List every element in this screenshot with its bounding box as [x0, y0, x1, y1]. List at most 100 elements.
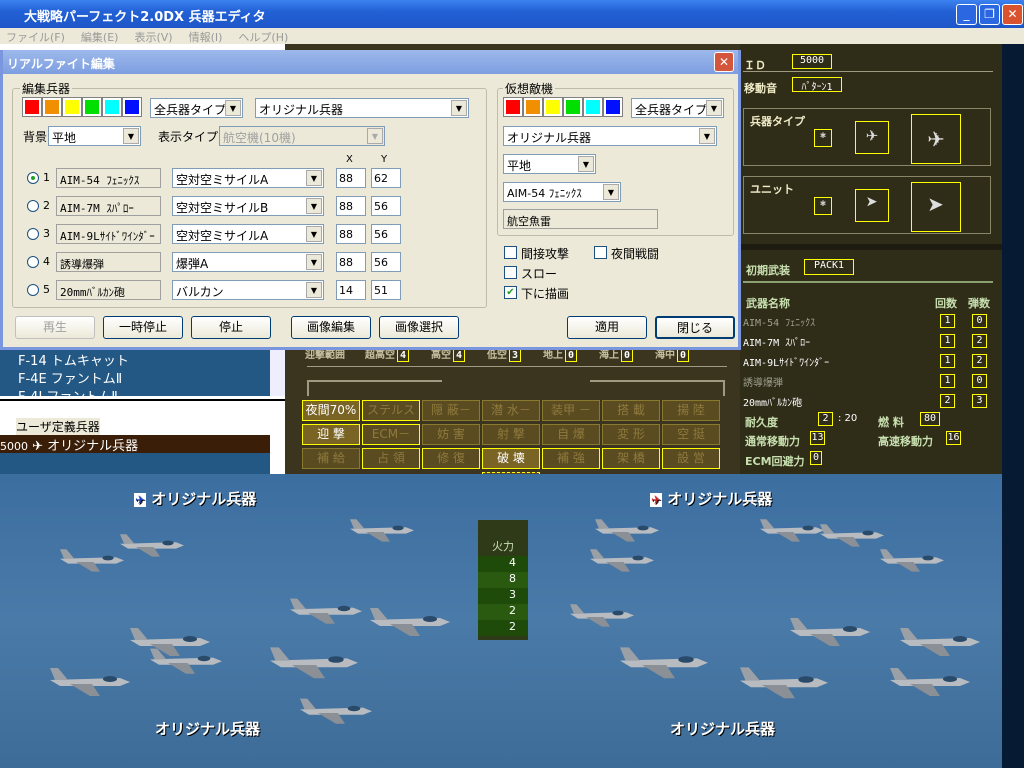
- row-radio[interactable]: [27, 256, 39, 268]
- stop-button[interactable]: 停止: [191, 316, 271, 339]
- maximize-button[interactable]: ❐: [979, 4, 1000, 25]
- weapon-ammo[interactable]: 0: [972, 314, 987, 328]
- ability-cell[interactable]: 隠 蔽－: [422, 400, 480, 421]
- row-animation-select[interactable]: 空対空ミサイルA ▼: [172, 168, 324, 188]
- arm-value[interactable]: PACK1: [804, 259, 854, 275]
- ability-cell[interactable]: 自 爆: [542, 424, 600, 445]
- move-value[interactable]: 13: [810, 431, 825, 445]
- row-y-input[interactable]: 56: [371, 224, 401, 244]
- menu-file[interactable]: ファイル(F): [6, 29, 65, 45]
- ability-cell[interactable]: ステルス－: [362, 400, 420, 436]
- row-radio[interactable]: [27, 228, 39, 240]
- ability-cell[interactable]: 夜間70%: [302, 400, 360, 421]
- row-animation-select[interactable]: 爆弾A ▼: [172, 252, 324, 272]
- color-swatch[interactable]: [102, 97, 122, 117]
- range-value[interactable]: 0: [621, 349, 633, 362]
- color-swatch[interactable]: [62, 97, 82, 117]
- weapon-times[interactable]: 1: [940, 374, 955, 388]
- color-swatch[interactable]: [583, 97, 603, 117]
- menu-info[interactable]: 情報(I): [189, 29, 223, 45]
- menu-help[interactable]: ヘルプ(H): [238, 29, 288, 45]
- enemy-type-select[interactable]: 全兵器タイプ ▼: [631, 98, 724, 118]
- checkbox[interactable]: ✔: [504, 286, 517, 299]
- row-animation-select[interactable]: バルカン ▼: [172, 280, 324, 300]
- type-select[interactable]: 全兵器タイプ ▼: [150, 98, 243, 118]
- weapon-times[interactable]: 1: [940, 354, 955, 368]
- row-x-input[interactable]: 88: [336, 196, 366, 216]
- color-swatch[interactable]: [563, 97, 583, 117]
- enemy-background-select[interactable]: 平地 ▼: [503, 154, 596, 174]
- weapon-times[interactable]: 2: [940, 394, 955, 408]
- weapon-ammo[interactable]: 2: [972, 354, 987, 368]
- ability-cell[interactable]: ECM－: [362, 424, 420, 445]
- row-y-input[interactable]: 56: [371, 196, 401, 216]
- ability-cell[interactable]: 補 給: [302, 448, 360, 469]
- range-value[interactable]: 3: [509, 349, 521, 362]
- ability-cell[interactable]: 設 営: [662, 448, 720, 469]
- ability-cell[interactable]: 搭 載: [602, 400, 660, 421]
- weapon-ammo[interactable]: 2: [972, 334, 987, 348]
- ability-cell[interactable]: 破 壊: [482, 448, 540, 469]
- row-y-input[interactable]: 51: [371, 280, 401, 300]
- user-weapon-item[interactable]: 5000 ✈ オリジナル兵器: [0, 435, 270, 454]
- ability-cell[interactable]: 射 撃: [482, 424, 540, 445]
- enemy-weapon-select[interactable]: オリジナル兵器 ▼: [503, 126, 717, 146]
- color-swatch[interactable]: [122, 97, 142, 117]
- ability-cell[interactable]: 装甲 －: [542, 400, 600, 421]
- ability-cell[interactable]: 潜 水－: [482, 400, 540, 421]
- fast-value[interactable]: 16: [946, 431, 961, 445]
- range-value[interactable]: 4: [453, 349, 465, 362]
- color-swatch[interactable]: [503, 97, 523, 117]
- ability-cell[interactable]: 修 復: [422, 448, 480, 469]
- select-image-button[interactable]: 画像選択: [379, 316, 459, 339]
- list-item[interactable]: F-14 トムキャット: [0, 350, 270, 369]
- sound-value[interactable]: ﾊﾟﾀｰﾝ1: [792, 77, 842, 93]
- jet-icon[interactable]: ✈: [855, 121, 889, 154]
- row-radio[interactable]: [27, 284, 39, 296]
- range-value[interactable]: 0: [565, 349, 577, 362]
- durability-value[interactable]: 2: [818, 412, 833, 426]
- small-unit-icon[interactable]: ✱: [814, 129, 832, 147]
- close-dialog-button[interactable]: 閉じる: [655, 316, 735, 339]
- row-x-input[interactable]: 88: [336, 252, 366, 272]
- fuel-value[interactable]: 80: [920, 412, 940, 426]
- weapon-ammo[interactable]: 3: [972, 394, 987, 408]
- apply-button[interactable]: 適用: [567, 316, 647, 339]
- range-value[interactable]: 4: [397, 349, 409, 362]
- ability-cell[interactable]: 架 橋: [602, 448, 660, 469]
- close-button[interactable]: ✕: [1002, 4, 1023, 25]
- list-item[interactable]: F-4E ファントムⅡ: [0, 368, 270, 387]
- row-x-input[interactable]: 88: [336, 224, 366, 244]
- ability-cell[interactable]: 揚 陸: [662, 400, 720, 421]
- weapon-select[interactable]: オリジナル兵器 ▼: [255, 98, 469, 118]
- play-button[interactable]: 再生: [15, 316, 95, 339]
- color-swatch[interactable]: [42, 97, 62, 117]
- enemy-weapon2-select[interactable]: AIM-54 ﾌｪﾆｯｸｽ ▼: [503, 182, 621, 202]
- ability-cell[interactable]: 占 領: [362, 448, 420, 469]
- menu-view[interactable]: 表示(V): [134, 29, 172, 45]
- minimize-button[interactable]: _: [956, 4, 977, 25]
- row-radio[interactable]: [27, 172, 39, 184]
- menu-edit[interactable]: 編集(E): [81, 29, 119, 45]
- small-unit-icon[interactable]: ✱: [814, 197, 832, 215]
- ability-cell[interactable]: 補 強: [542, 448, 600, 469]
- row-y-input[interactable]: 56: [371, 252, 401, 272]
- dialog-close-button[interactable]: ✕: [714, 52, 734, 72]
- row-x-input[interactable]: 14: [336, 280, 366, 300]
- weapon-ammo[interactable]: 0: [972, 374, 987, 388]
- edit-image-button[interactable]: 画像編集: [291, 316, 371, 339]
- row-animation-select[interactable]: 空対空ミサイルB ▼: [172, 196, 324, 216]
- ecm-value[interactable]: 0: [810, 451, 822, 465]
- jet-large-icon[interactable]: ✈: [911, 114, 961, 164]
- checkbox[interactable]: [504, 266, 517, 279]
- color-swatch[interactable]: [22, 97, 42, 117]
- weapon-times[interactable]: 1: [940, 314, 955, 328]
- color-swatch[interactable]: [543, 97, 563, 117]
- weapon-times[interactable]: 1: [940, 334, 955, 348]
- ability-cell[interactable]: 迎 撃: [302, 424, 360, 445]
- color-swatch[interactable]: [82, 97, 102, 117]
- color-swatch[interactable]: [603, 97, 623, 117]
- range-value[interactable]: 0: [677, 349, 689, 362]
- list-item[interactable]: F-4J ファントムⅡ: [0, 386, 270, 396]
- unit-jet-large-icon[interactable]: ➤: [911, 182, 961, 232]
